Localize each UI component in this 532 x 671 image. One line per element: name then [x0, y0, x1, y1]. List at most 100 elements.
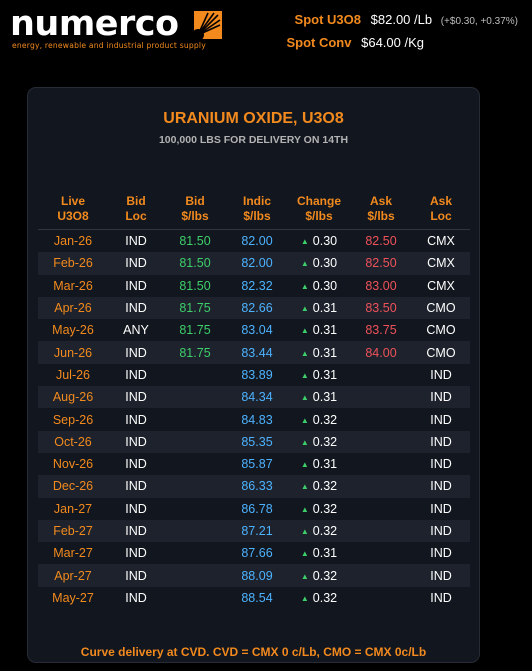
cell-change: ▲ 0.31: [288, 453, 350, 475]
cell-indic: 86.33: [226, 475, 288, 498]
spot-u3o8: Spot U3O8 $82.00 /Lb (+$0.30, +0.37%): [295, 12, 518, 27]
cell-bid-loc: IND: [108, 430, 164, 453]
cell-indic: 82.00: [241, 234, 273, 249]
cell-ask-loc: IND: [412, 430, 470, 453]
cell-bid-loc: IND: [108, 296, 164, 320]
header-live-u3o8-line: Live: [60, 194, 85, 208]
cell-bid: 81.75: [164, 296, 226, 320]
cell-indic: 88.09: [226, 564, 288, 587]
cell-month: Nov-26: [52, 457, 94, 472]
cell-ask-loc: CMO: [426, 323, 456, 338]
cell-bid-loc: IND: [108, 341, 164, 364]
table-row[interactable]: May-26 ANY 81.75 83.04 ▲ 0.31 83.75 CMO: [38, 319, 470, 341]
triangle-up-icon: ▲: [300, 348, 309, 358]
spot-u3o8-label: Spot U3O8: [294, 12, 362, 27]
cell-bid: 81.75: [179, 323, 211, 338]
table-row[interactable]: Oct-26 IND 85.35 ▲ 0.32 IND: [38, 430, 470, 453]
cell-month: Jan-27: [53, 501, 93, 516]
cell-ask-loc: CMX: [412, 252, 470, 275]
cell-bid-loc: ANY: [123, 323, 149, 338]
table-row[interactable]: Jun-26 IND 81.75 83.44 ▲ 0.31 84.00 CMO: [38, 341, 470, 364]
header-change: Change $/lbs: [288, 194, 350, 230]
panel-title: URANIUM OXIDE, U3O8: [163, 110, 344, 127]
cell-bid-loc: IND: [125, 278, 147, 293]
triangle-up-icon: ▲: [300, 415, 309, 425]
cell-ask: [350, 453, 412, 475]
triangle-up-icon: ▲: [300, 304, 309, 314]
table-row[interactable]: Apr-27 IND 88.09 ▲ 0.32 IND: [38, 564, 470, 587]
cell-change: ▲ 0.31: [288, 364, 350, 386]
table-row[interactable]: Apr-26 IND 81.75 82.66 ▲ 0.31 83.50 CMO: [38, 296, 470, 320]
triangle-up-icon: ▲: [300, 571, 309, 581]
cell-indic: 82.32: [241, 278, 273, 293]
cell-indic: 84.83: [241, 412, 273, 427]
change-value: 0.31: [312, 367, 338, 382]
header-live-u3o8: Live U3O8: [38, 194, 108, 230]
header-ask-loc: Ask Loc: [412, 194, 470, 230]
cell-indic: 86.78: [241, 501, 273, 516]
table-row[interactable]: Jan-27 IND 86.78 ▲ 0.32 IND: [38, 498, 470, 520]
spot-u3o8-change: (+$0.30, +0.37%): [440, 16, 518, 27]
cell-change: ▲ 0.32: [288, 519, 350, 543]
header-bid-loc-line: Loc: [125, 209, 147, 223]
cell-change: ▲ 0.30: [288, 252, 350, 275]
cell-indic: 84.34: [226, 386, 288, 409]
cell-ask: [350, 498, 412, 520]
brand-tagline: energy, renewable and industrial product…: [12, 41, 206, 50]
change-value: 0.31: [312, 390, 338, 405]
table-row[interactable]: May-27 IND 88.54 ▲ 0.32 IND: [38, 587, 470, 609]
table-row[interactable]: Jul-26 IND 83.89 ▲ 0.31 IND: [38, 364, 470, 386]
table-row[interactable]: Feb-27 IND 87.21 ▲ 0.32 IND: [38, 519, 470, 543]
change-value: 0.31: [312, 457, 338, 472]
cell-indic: 83.89: [241, 367, 273, 382]
header-bid-price: Bid $/lbs: [164, 194, 226, 230]
header-bid-price-line: $/lbs: [181, 209, 209, 223]
cell-bid-loc: IND: [108, 475, 164, 498]
change-value: 0.31: [312, 345, 338, 360]
table-row[interactable]: Jan-26 IND 81.50 82.00 ▲ 0.30 82.50 CMX: [38, 230, 470, 253]
table-row[interactable]: Dec-26 IND 86.33 ▲ 0.32 IND: [38, 475, 470, 498]
cell-bid-loc: IND: [125, 501, 147, 516]
table-row[interactable]: Sep-26 IND 84.83 ▲ 0.32 IND: [38, 408, 470, 430]
triangle-up-icon: ▲: [300, 460, 309, 470]
change-value: 0.30: [312, 234, 338, 249]
cell-bid: [164, 386, 226, 409]
change-value: 0.30: [312, 256, 338, 271]
table-row[interactable]: Feb-26 IND 81.50 82.00 ▲ 0.30 82.50 CMX: [38, 252, 470, 275]
table-row[interactable]: Aug-26 IND 84.34 ▲ 0.31 IND: [38, 386, 470, 409]
table-row[interactable]: Nov-26 IND 85.87 ▲ 0.31 IND: [38, 453, 470, 475]
cell-ask: [350, 386, 412, 409]
cell-bid-loc: IND: [108, 386, 164, 409]
header-change-line: $/lbs: [305, 209, 333, 223]
cell-ask: [350, 542, 412, 564]
change-value: 0.30: [312, 278, 338, 293]
change-value: 0.32: [312, 479, 338, 494]
header-bid-loc: Bid Loc: [108, 194, 164, 230]
spot-conv-value: $64.00 /Kg: [361, 35, 424, 50]
numerco-logo[interactable]: numerco energy, renewable and industrial…: [10, 4, 222, 50]
panel-footer-note: Curve delivery at CVD. CVD = CMX 0 c/Lb,…: [80, 645, 427, 659]
cell-ask-loc: IND: [430, 590, 452, 605]
table-row[interactable]: Mar-27 IND 87.66 ▲ 0.31 IND: [38, 542, 470, 564]
change-value: 0.32: [312, 590, 338, 605]
table-body: Jan-26 IND 81.50 82.00 ▲ 0.30 82.50 CMX Feb-26 IN…: [38, 230, 470, 610]
table-row[interactable]: Mar-26 IND 81.50 82.32 ▲ 0.30 83.00 CMX: [38, 275, 470, 297]
cell-bid: [164, 453, 226, 475]
header-bid-loc-line: Bid: [126, 194, 146, 208]
table-header-row: Live U3O8 Bid Loc Bid $/lbs Indic $/lbs Change $/…: [38, 194, 470, 230]
cell-ask: [350, 587, 412, 609]
cell-ask: [350, 408, 412, 430]
cell-indic: 85.87: [241, 457, 273, 472]
logo-wordmark: numerco: [10, 4, 179, 44]
cell-ask-loc: CMX: [427, 234, 455, 249]
triangle-up-icon: ▲: [300, 504, 309, 514]
triangle-up-icon: ▲: [300, 527, 309, 536]
header-ask-loc-line: Loc: [430, 209, 452, 223]
cell-ask-loc: IND: [430, 546, 452, 561]
cell-bid: [164, 430, 226, 453]
cell-ask-loc: IND: [412, 564, 470, 587]
cell-month: Jan-26: [53, 234, 93, 249]
change-value: 0.32: [312, 412, 338, 427]
cell-change: ▲ 0.31: [288, 341, 350, 364]
cell-ask: [350, 475, 412, 498]
